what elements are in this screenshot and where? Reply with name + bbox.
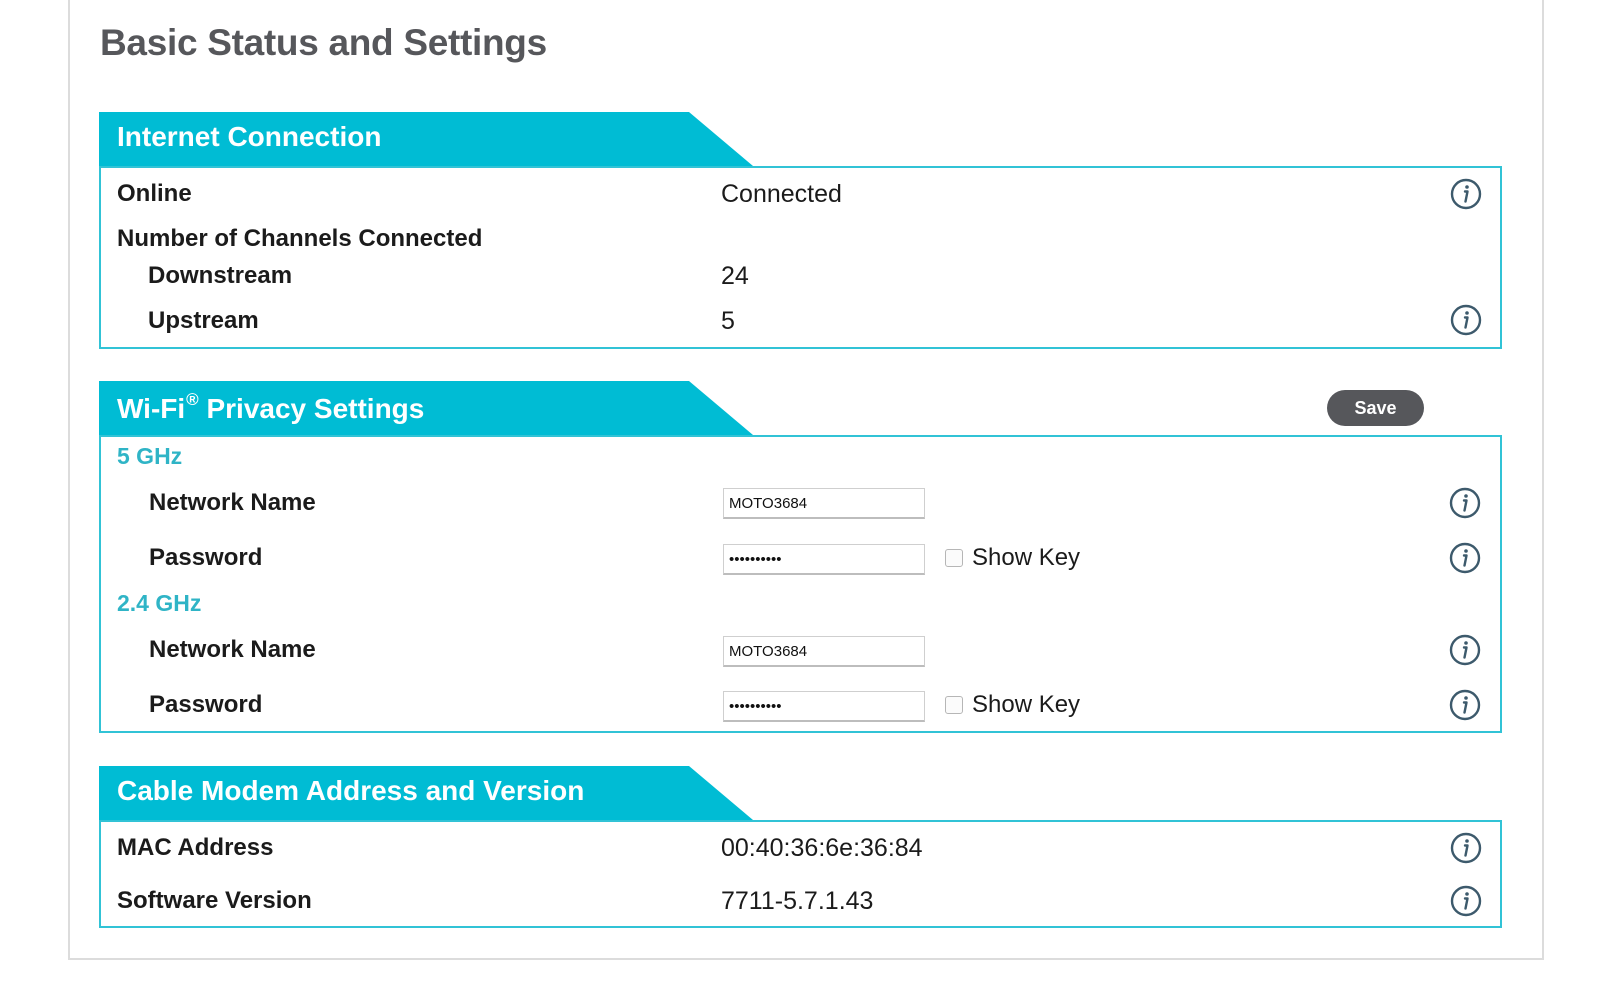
channels-label: Number of Channels Connected [117,225,483,252]
software-version-label: Software Version [117,887,312,914]
page-title: Basic Status and Settings [100,22,547,63]
page: Basic Status and Settings Internet Conne… [0,0,1600,994]
section-header: Wi-Fi® Privacy Settings [99,381,753,435]
upstream-label: Upstream [148,307,259,334]
section-title: Cable Modem Address and Version [117,775,585,806]
band-label-24ghz: 2.4 GHz [117,590,202,616]
mac-address-value: 00:40:36:6e:36:84 [721,834,923,862]
internet-connection-section: Internet Connection Online Connected Num… [99,112,1502,349]
info-icon[interactable] [1449,542,1481,574]
downstream-value: 24 [721,262,749,290]
info-icon[interactable] [1449,634,1481,666]
section-body: Online Connected Number of Channels Conn… [99,166,1502,349]
online-value: Connected [721,180,842,208]
section-header: Internet Connection [99,112,753,166]
info-icon[interactable] [1450,832,1482,864]
show-key-label: Show Key [972,544,1081,571]
section-header: Cable Modem Address and Version [99,766,753,820]
network-name-label: Network Name [149,636,316,663]
registered-mark: ® [186,390,199,409]
section-body: 5 GHz Network Name Password Show Key [99,435,1502,733]
wifi-title-main: Wi-Fi [117,393,186,424]
network-name-label: Network Name [149,489,316,516]
info-icon[interactable] [1450,304,1482,336]
show-key-checkbox[interactable] [945,549,963,567]
cable-modem-section: Cable Modem Address and Version MAC Addr… [99,766,1502,928]
info-icon[interactable] [1449,689,1481,721]
password-label: Password [149,544,263,571]
wifi-privacy-section: Wi-Fi® Privacy Settings 5 GHz Network Na… [99,381,1502,733]
password-24ghz-input[interactable] [723,691,925,722]
info-icon[interactable] [1449,487,1481,519]
info-icon[interactable] [1450,178,1482,210]
password-5ghz-input[interactable] [723,544,925,575]
info-icon[interactable] [1450,885,1482,917]
band-label-5ghz: 5 GHz [117,443,183,469]
show-key-24ghz-toggle[interactable]: Show Key [945,691,1080,719]
downstream-label: Downstream [148,262,293,289]
section-title: Internet Connection [117,121,382,152]
save-button[interactable]: Save [1327,390,1424,426]
wifi-title-rest: Privacy Settings [198,393,425,424]
show-key-label: Show Key [972,691,1081,718]
software-version-value: 7711-5.7.1.43 [721,887,874,915]
section-body: MAC Address 00:40:36:6e:36:84 Software V… [99,820,1502,928]
show-key-5ghz-toggle[interactable]: Show Key [945,544,1080,572]
section-title: Wi-Fi® Privacy Settings [117,390,424,425]
network-name-5ghz-input[interactable] [723,488,925,519]
upstream-value: 5 [721,307,735,335]
show-key-checkbox[interactable] [945,696,963,714]
online-label: Online [117,180,192,207]
password-label: Password [149,691,263,718]
mac-address-label: MAC Address [117,834,274,861]
network-name-24ghz-input[interactable] [723,636,925,667]
